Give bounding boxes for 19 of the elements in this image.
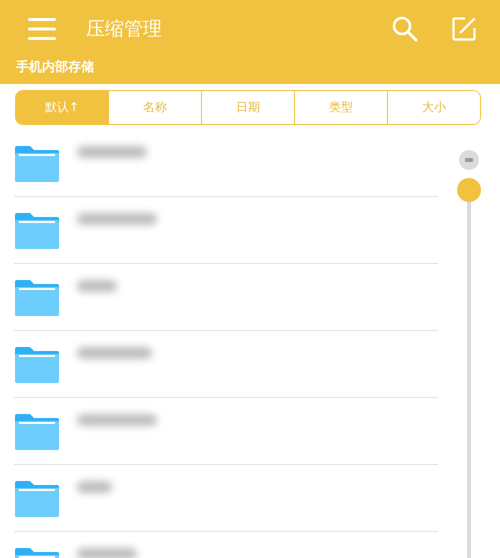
folder-icon[interactable] — [15, 480, 59, 517]
menu-icon[interactable] — [28, 18, 56, 40]
storage-location: 手机内部存储 — [15, 58, 95, 77]
sort-tab[interactable]: 默认↑ — [16, 91, 108, 124]
scroll-top-button[interactable] — [459, 150, 479, 170]
blurred-label — [77, 480, 112, 492]
folder-icon[interactable] — [15, 145, 59, 182]
search-icon[interactable] — [392, 16, 418, 42]
blurred-label — [77, 146, 147, 158]
edit-icon[interactable] — [452, 17, 476, 41]
folder-icon[interactable] — [15, 279, 59, 316]
folder-icon[interactable] — [15, 346, 59, 383]
folder-icon[interactable] — [15, 413, 59, 450]
folder-icon[interactable] — [15, 212, 59, 249]
screen-title: 压缩管理 — [86, 17, 163, 42]
sort-tab[interactable]: 大小 — [387, 91, 480, 124]
scroll-thumb[interactable] — [457, 178, 481, 202]
blurred-label — [77, 280, 117, 292]
blurred-label — [77, 548, 137, 558]
